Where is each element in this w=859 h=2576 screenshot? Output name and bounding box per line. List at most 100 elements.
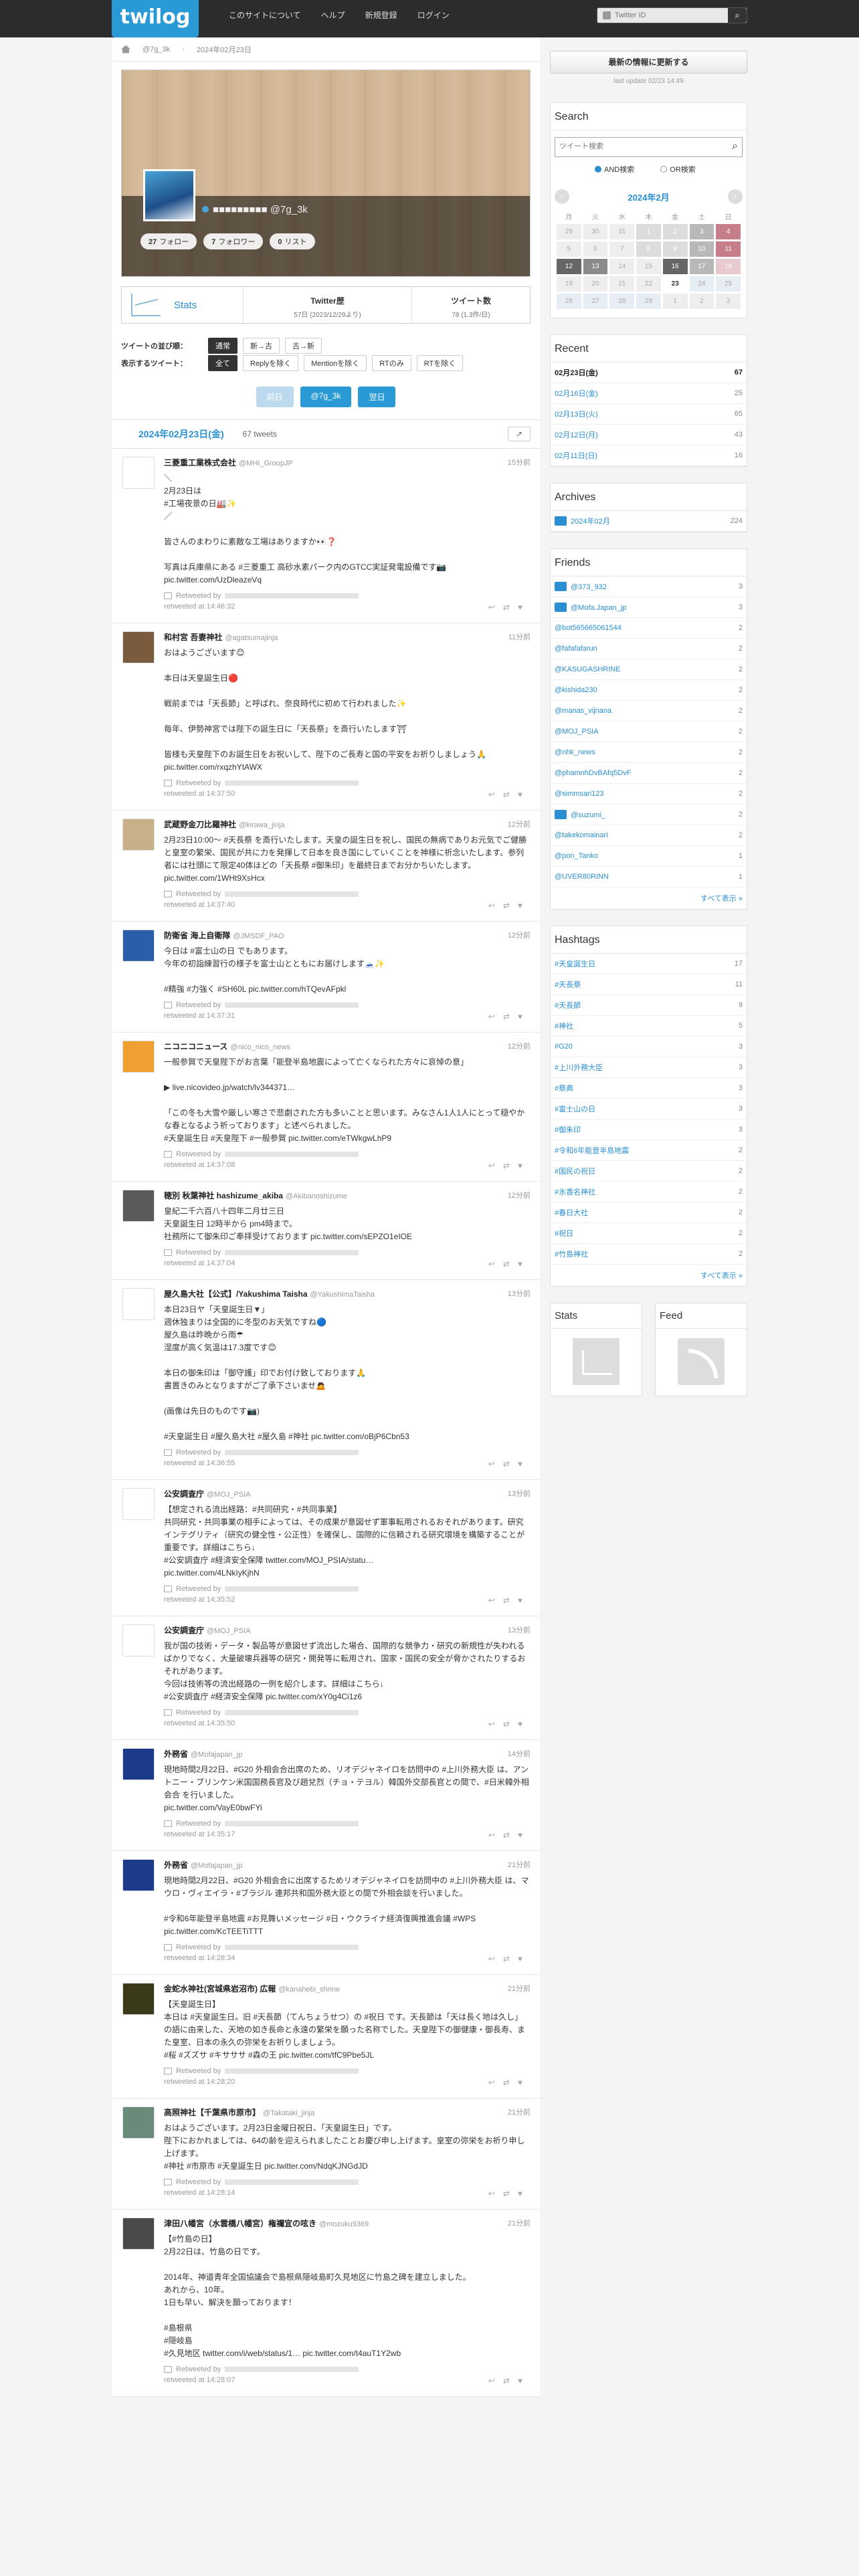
hashtag-item-label[interactable]: #富士山の日	[555, 1103, 595, 1114]
calendar-day[interactable]: 14	[609, 259, 635, 274]
tweet-screen-name[interactable]: @nico_nico_news	[230, 1043, 290, 1051]
friends-more-link[interactable]: すべて表示 »	[551, 887, 747, 909]
order-button[interactable]: 通常	[208, 338, 237, 354]
friend-item-label[interactable]: @kishida230	[555, 686, 597, 694]
tweet-avatar[interactable]	[122, 930, 155, 962]
tweet-screen-name[interactable]: @YakushimaTaisha	[310, 1291, 375, 1299]
tweet-time[interactable]: 12分前	[508, 1041, 531, 1051]
calendar-day[interactable]: 1	[636, 224, 661, 239]
recent-item-label[interactable]: 02月13日(火)	[555, 409, 598, 419]
next-day-button[interactable]: 翌日	[358, 387, 396, 407]
friend-item-label[interactable]: @takekomainari	[555, 831, 608, 839]
recent-item-label[interactable]: 02月11日(日)	[555, 450, 597, 461]
tweet-search-input[interactable]	[555, 138, 716, 155]
hashtag-item-label[interactable]: #竹島神社	[555, 1249, 588, 1259]
tweet-screen-name[interactable]: @agatsumajinja	[225, 634, 278, 642]
friend-item[interactable]: @nhk_news 2	[551, 742, 747, 763]
tweet-avatar[interactable]	[122, 2107, 155, 2139]
day-date[interactable]: 2024年02月23日(金)	[138, 427, 224, 441]
nav-link[interactable]: ヘルプ	[311, 0, 355, 31]
recent-item-label[interactable]: 02月16日(金)	[555, 388, 598, 399]
tweet-avatar[interactable]	[122, 457, 155, 489]
recent-item[interactable]: 02月11日(日) 16	[551, 445, 747, 466]
home-icon[interactable]	[121, 45, 130, 53]
tweet-time[interactable]: 12分前	[508, 930, 531, 940]
order-button[interactable]: 新→古	[243, 338, 280, 354]
recent-item[interactable]: 02月23日(金) 67	[551, 362, 747, 383]
hashtag-item[interactable]: #天長節 9	[551, 995, 747, 1016]
hashtag-item-label[interactable]: #令和6年能登半島地震	[555, 1145, 629, 1156]
friend-item[interactable]: @kishida230 2	[551, 680, 747, 701]
update-button[interactable]: 最新の情報に更新する	[550, 51, 747, 74]
hashtag-item[interactable]: #御朱印 3	[551, 1119, 747, 1140]
breadcrumb-user[interactable]: @7g_3k	[142, 45, 170, 53]
tweet-author[interactable]: 和村宮 吾妻神社	[164, 633, 222, 642]
hashtag-item-label[interactable]: #祭典	[555, 1083, 573, 1093]
friend-item-label[interactable]: @KASUGASHRINE	[555, 665, 621, 673]
tweet-actions[interactable]: ↩⇄♥	[488, 2078, 531, 2087]
friend-item-label[interactable]: @MOJ_PSIA	[555, 728, 599, 736]
hashtags-more-link[interactable]: すべて表示 »	[551, 1265, 747, 1286]
calendar-day[interactable]: 1	[662, 294, 688, 309]
hashtag-item[interactable]: #令和6年能登半島地震 2	[551, 1140, 747, 1161]
tweet-actions[interactable]: ↩⇄♥	[488, 1459, 531, 1469]
tweet-avatar[interactable]	[122, 1983, 155, 2015]
calendar-day[interactable]: 11	[716, 241, 741, 257]
calendar-day[interactable]: 25	[716, 276, 741, 292]
calendar-day[interactable]: 27	[583, 294, 608, 309]
friend-item[interactable]: @pon_Tanko 1	[551, 846, 747, 867]
hashtag-item[interactable]: #天長祭 11	[551, 974, 747, 995]
display-filter-button[interactable]: RTを除く	[416, 355, 464, 371]
hashtag-item[interactable]: #国民の祝日 2	[551, 1161, 747, 1182]
calendar-day[interactable]: 5	[557, 241, 581, 257]
tweet-actions[interactable]: ↩⇄♥	[488, 1161, 531, 1170]
tweet-screen-name[interactable]: @MOJ_PSIA	[207, 1627, 251, 1635]
nav-link[interactable]: 新規登録	[355, 0, 407, 31]
calendar-day[interactable]: 10	[689, 241, 714, 257]
recent-item[interactable]: 02月12日(月) 43	[551, 425, 747, 445]
tweet-screen-name[interactable]: @kanahebi_shrine	[278, 1985, 340, 1994]
hashtag-item-label[interactable]: #G20	[555, 1043, 573, 1051]
recent-item[interactable]: 02月16日(金) 25	[551, 383, 747, 404]
calendar-day[interactable]: 30	[583, 224, 608, 239]
tweet-author[interactable]: 穂別 秋葉神社 hashizume_akiba	[164, 1191, 283, 1200]
tweet-author[interactable]: 公安調査庁	[164, 1626, 204, 1635]
and-search-radio[interactable]: AND検索	[595, 166, 646, 174]
count-pill[interactable]: 27 フォロー	[140, 233, 197, 249]
hashtag-item[interactable]: #G20 3	[551, 1037, 747, 1057]
friend-item-label[interactable]: @phamnhDvBAfq5DvF	[555, 769, 632, 777]
tweet-time[interactable]: 15分前	[508, 457, 531, 467]
feed-tile[interactable]: Feed	[655, 1303, 747, 1396]
calendar-day[interactable]: 3	[716, 294, 741, 309]
calendar-day[interactable]: 18	[716, 259, 741, 274]
tweet-avatar[interactable]	[122, 2218, 155, 2250]
tweet-actions[interactable]: ↩⇄♥	[488, 603, 531, 612]
display-filter-button[interactable]: RTのみ	[372, 355, 411, 371]
tweet-avatar[interactable]	[122, 1190, 155, 1222]
hashtag-item[interactable]: #神社 5	[551, 1016, 747, 1037]
calendar-day[interactable]: 29	[557, 224, 581, 239]
recent-item[interactable]: 02月13日(火) 65	[551, 404, 747, 425]
friend-item-label[interactable]: @373_932	[555, 582, 607, 591]
hashtag-item-label[interactable]: #神社	[555, 1021, 573, 1031]
tweet-screen-name[interactable]: @Akibanoshizume	[286, 1192, 347, 1200]
tweet-avatar[interactable]	[122, 1624, 155, 1656]
tweet-time[interactable]: 21分前	[508, 1859, 531, 1870]
friend-item-label[interactable]: @simmsari123	[555, 790, 604, 798]
hashtag-item-label[interactable]: #上川外務大臣	[555, 1062, 603, 1073]
twilog-logo[interactable]: twilog	[112, 0, 199, 37]
hashtag-item-label[interactable]: #氷香名神社	[555, 1186, 595, 1197]
tweet-avatar[interactable]	[122, 631, 155, 663]
friend-item[interactable]: @373_932 3	[551, 576, 747, 597]
friend-item[interactable]: @KASUGASHRINE 2	[551, 659, 747, 680]
friend-item-label[interactable]: @bot565665061544	[555, 624, 622, 632]
calendar-day[interactable]: 2	[689, 294, 714, 309]
tweet-screen-name[interactable]: @Mofajapan_jp	[191, 1751, 242, 1759]
tweet-author[interactable]: 三菱重工業株式会社	[164, 458, 236, 467]
calendar-day[interactable]: 17	[689, 259, 714, 274]
calendar-day[interactable]: 31	[609, 224, 635, 239]
calendar-day[interactable]: 22	[636, 276, 661, 292]
archive-item[interactable]: 2024年02月 224	[551, 511, 747, 532]
twitter-id-input[interactable]	[615, 9, 722, 21]
count-pill[interactable]: 0 リスト	[270, 233, 315, 249]
